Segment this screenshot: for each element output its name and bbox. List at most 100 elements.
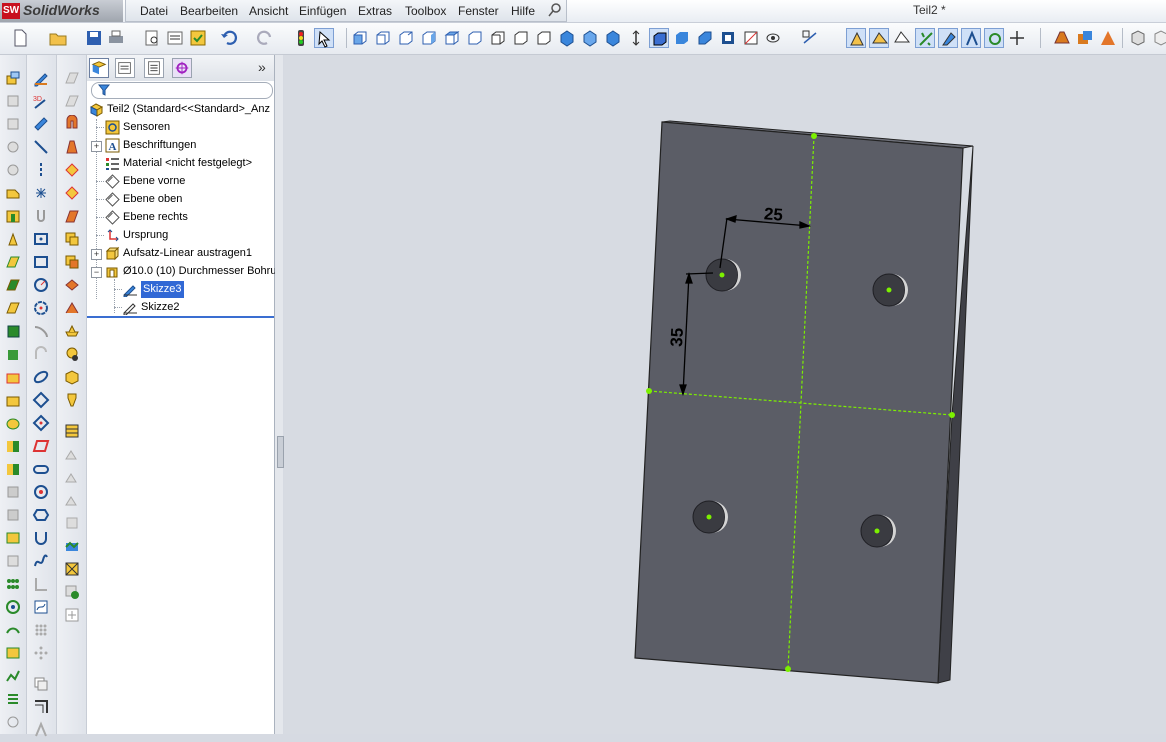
menu-toolbox[interactable]: Toolbox (405, 4, 446, 18)
lofted-cut-icon[interactable] (4, 276, 22, 294)
feature-tree-filter[interactable] (91, 82, 273, 99)
spiral-icon[interactable] (4, 713, 22, 731)
sketches-display-icon[interactable] (938, 28, 958, 48)
rectangle-icon[interactable] (32, 230, 50, 248)
slot-icon[interactable] (32, 207, 50, 225)
polygon-center-icon[interactable] (32, 414, 50, 432)
sketch-relations-icon[interactable] (984, 28, 1004, 48)
menu-datei[interactable]: Datei (140, 4, 168, 18)
dome-icon[interactable] (4, 460, 22, 478)
wrap-icon[interactable] (4, 437, 22, 455)
revolved-cut-icon[interactable] (4, 230, 22, 248)
menu-fenster[interactable]: Fenster (458, 4, 499, 18)
tab-property-manager[interactable] (115, 58, 135, 78)
convert-to-sheet-metal-icon[interactable] (63, 537, 81, 555)
closed-corner-icon[interactable] (63, 230, 81, 248)
boundary-boss-icon[interactable] (4, 161, 22, 179)
rebuild-traffic-light-icon[interactable] (291, 28, 311, 48)
hide-show-items-icon[interactable] (764, 28, 784, 48)
view-bottom-icon[interactable] (465, 28, 485, 48)
save-icon[interactable] (84, 28, 104, 48)
tab-feature-manager[interactable] (89, 58, 109, 78)
print-icon[interactable] (106, 28, 126, 48)
hem-icon[interactable] (63, 161, 81, 179)
parallelogram-icon[interactable] (32, 437, 50, 455)
ellipse-icon[interactable] (32, 368, 50, 386)
view-right-icon[interactable] (419, 28, 439, 48)
line-icon[interactable] (32, 138, 50, 156)
view-trimetric-icon[interactable] (511, 28, 531, 48)
axes-display-icon[interactable] (892, 28, 912, 48)
shaded-icon[interactable] (672, 28, 692, 48)
mirror-icon[interactable] (4, 483, 22, 501)
properties-icon[interactable] (165, 28, 185, 48)
view-dimetric-icon[interactable] (534, 28, 554, 48)
vent-icon[interactable] (63, 468, 81, 486)
new-document-icon[interactable] (10, 28, 30, 48)
menu-ansicht[interactable]: Ansicht (249, 4, 288, 18)
rip-icon[interactable] (63, 299, 81, 317)
menu-bearbeiten[interactable]: Bearbeiten (180, 4, 238, 18)
extruded-boss-icon[interactable] (4, 69, 22, 87)
jog-icon[interactable] (63, 184, 81, 202)
collapse-chevron-icon[interactable]: » (258, 59, 266, 75)
welded-corner-icon[interactable] (63, 253, 81, 271)
pattern-dots-icon[interactable] (4, 575, 22, 593)
camera-view-icon[interactable] (718, 28, 738, 48)
lofted-bend-icon[interactable] (63, 491, 81, 509)
tangent-arc-icon[interactable] (32, 345, 50, 363)
menu-extras[interactable]: Extras (358, 4, 392, 18)
view-normal-to-icon[interactable] (557, 28, 577, 48)
circular-sketch-pattern-icon[interactable] (32, 644, 50, 662)
mirror-body-icon[interactable] (63, 560, 81, 578)
planes-display-icon[interactable] (869, 28, 889, 48)
view-single-icon[interactable] (580, 28, 600, 48)
display-manager-icon[interactable] (741, 28, 761, 48)
print-preview-icon[interactable] (142, 28, 162, 48)
spline-on-surface-icon[interactable] (32, 598, 50, 616)
rib-icon[interactable] (4, 368, 22, 386)
grid-pattern-icon[interactable] (32, 621, 50, 639)
sheet-metal-gusset-icon[interactable] (63, 583, 81, 601)
cross-break-icon[interactable] (63, 514, 81, 532)
boundary-cut-icon[interactable] (4, 299, 22, 317)
reference-geometry-icon[interactable] (4, 506, 22, 524)
extruded-cut-icon[interactable] (4, 184, 22, 202)
redo-icon[interactable] (255, 28, 275, 48)
trim-entities-icon[interactable] (32, 721, 50, 739)
tab-configuration-manager[interactable] (144, 58, 164, 78)
helix-icon[interactable] (4, 690, 22, 708)
sketch-icon[interactable] (32, 69, 50, 87)
revolved-boss-icon[interactable] (4, 92, 22, 110)
section-view-icon[interactable] (695, 28, 715, 48)
view-back-icon[interactable] (373, 28, 393, 48)
corner-rectangle-icon[interactable] (32, 253, 50, 271)
open-icon[interactable] (48, 28, 68, 48)
sheet-metal-icon[interactable] (63, 69, 81, 87)
view-isometric-icon[interactable] (488, 28, 508, 48)
circle-icon[interactable] (32, 276, 50, 294)
centerpoint-arc-slot-icon[interactable] (32, 483, 50, 501)
swept-boss-icon[interactable] (4, 115, 22, 133)
cosmetic-thread-icon[interactable] (1007, 28, 1027, 48)
no-bends-icon[interactable] (63, 345, 81, 363)
curves-icon[interactable] (4, 529, 22, 547)
perimeter-circle-icon[interactable] (32, 299, 50, 317)
straight-slot-icon[interactable] (32, 460, 50, 478)
base-flange-icon[interactable] (63, 92, 81, 110)
curve-driven-pattern-icon[interactable] (4, 621, 22, 639)
3d-sketch-icon[interactable]: 3D (32, 92, 50, 110)
select-cursor-icon[interactable] (314, 28, 334, 48)
expand-beschriftungen-toggle[interactable]: + (91, 141, 102, 152)
miter-flange-icon[interactable] (63, 138, 81, 156)
point-icon[interactable] (32, 184, 50, 202)
rebuild-options-icon[interactable] (188, 28, 208, 48)
appearance-icon[interactable] (1052, 28, 1072, 48)
more-tools-icon[interactable] (1151, 28, 1166, 48)
shaded-with-edges-icon[interactable] (649, 28, 669, 48)
undo-icon[interactable] (219, 28, 239, 48)
rollback-bar[interactable] (87, 316, 274, 318)
tab-dimxpert-manager[interactable] (172, 58, 192, 78)
corner-relief-icon[interactable] (63, 606, 81, 624)
menu-hilfe[interactable]: Hilfe (511, 4, 535, 18)
